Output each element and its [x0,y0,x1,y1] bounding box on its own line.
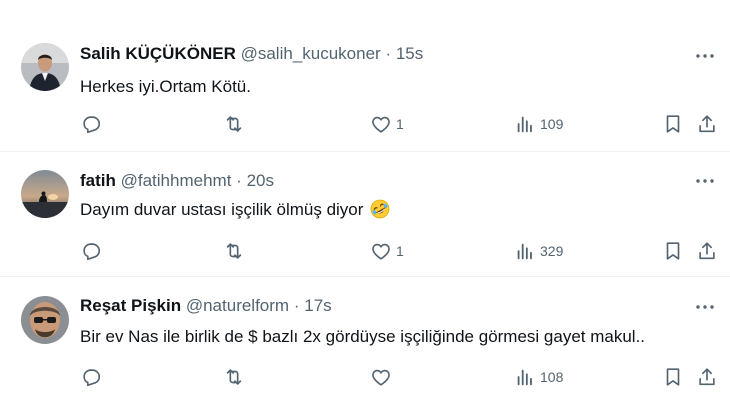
views-icon [517,116,532,133]
share-button[interactable] [696,237,718,265]
share-button[interactable] [696,110,718,138]
handle[interactable]: @salih_kucukoner [241,44,381,63]
share-button[interactable] [696,363,718,391]
share-icon [699,242,715,260]
tweet[interactable]: Reşat Pişkin @naturelform · 17s Bir ev N… [0,276,730,420]
retweet-button[interactable] [222,237,246,265]
reply-icon [83,369,101,387]
views-icon [517,243,532,260]
tweet-text: Herkes iyi.Ortam Kötü. [80,77,251,96]
view-count: 329 [540,243,564,259]
tweet-header: Reşat Pişkin @naturelform · 17s [80,296,332,316]
reply-button[interactable] [80,110,102,138]
timestamp[interactable]: 15s [396,44,423,63]
tweet-feed: Salih KÜÇÜKÖNER @salih_kucukoner · 15s H… [0,0,730,420]
timestamp[interactable]: 17s [304,296,331,315]
bookmark-icon [666,242,680,260]
avatar[interactable] [21,43,69,91]
separator: · [236,171,242,190]
like-button[interactable] [370,363,396,391]
like-button[interactable]: 1 [370,110,404,138]
share-icon [699,115,715,133]
bookmark-icon [666,368,680,386]
retweet-button[interactable] [222,110,246,138]
bookmark-button[interactable] [662,237,684,265]
tweet-header: Salih KÜÇÜKÖNER @salih_kucukoner · 15s [80,44,423,64]
handle[interactable]: @naturelform [186,296,289,315]
display-name[interactable]: Reşat Pişkin [80,296,181,315]
retweet-button[interactable] [222,363,246,391]
view-count: 109 [540,116,564,132]
action-bar: 1 329 [76,237,726,265]
retweet-icon [226,369,242,385]
views-button[interactable]: 108 [514,363,563,391]
more-options-icon[interactable] [694,45,716,67]
avatar[interactable] [21,170,69,218]
separator: · [385,44,392,63]
reply-icon [83,116,101,134]
heart-icon [372,243,390,260]
more-options-icon[interactable] [694,296,716,318]
like-count: 1 [396,116,404,132]
display-name[interactable]: Salih KÜÇÜKÖNER [80,44,236,63]
heart-icon [372,369,390,386]
retweet-icon [226,243,242,259]
like-button[interactable]: 1 [370,237,404,265]
bookmark-button[interactable] [662,110,684,138]
heart-icon [372,116,390,133]
reply-button[interactable] [80,363,102,391]
tweet-header: fatih @fatihhmehmt · 20s [80,171,274,191]
retweet-icon [226,116,242,132]
separator: · [293,296,300,315]
tweet[interactable]: Salih KÜÇÜKÖNER @salih_kucukoner · 15s H… [0,0,730,152]
handle[interactable]: @fatihhmehmt [121,171,232,190]
bookmark-icon [666,115,680,133]
reply-icon [83,243,101,261]
more-options-icon[interactable] [694,170,716,192]
like-count: 1 [396,243,404,259]
tweet-text: Bir ev Nas ile birlik de $ bazlı 2x görd… [80,327,646,346]
action-bar: 108 [76,363,726,391]
display-name[interactable]: fatih [80,171,116,190]
tweet-text: Dayım duvar ustası işçilik ölmüş diyor [80,200,364,219]
bookmark-button[interactable] [662,363,684,391]
share-icon [699,368,715,386]
action-bar: 1 109 [76,110,726,138]
views-button[interactable]: 109 [514,110,563,138]
views-icon [517,369,532,386]
avatar[interactable] [21,296,69,344]
view-count: 108 [540,369,564,385]
views-button[interactable]: 329 [514,237,563,265]
timestamp[interactable]: 20s [247,171,274,190]
rolling-on-floor-laughing-emoji [370,199,390,224]
tweet-text-container: Dayım duvar ustası işçilik ölmüş diyor [80,199,390,224]
reply-button[interactable] [80,237,102,265]
tweet[interactable]: fatih @fatihhmehmt · 20s Dayım duvar ust… [0,151,730,277]
